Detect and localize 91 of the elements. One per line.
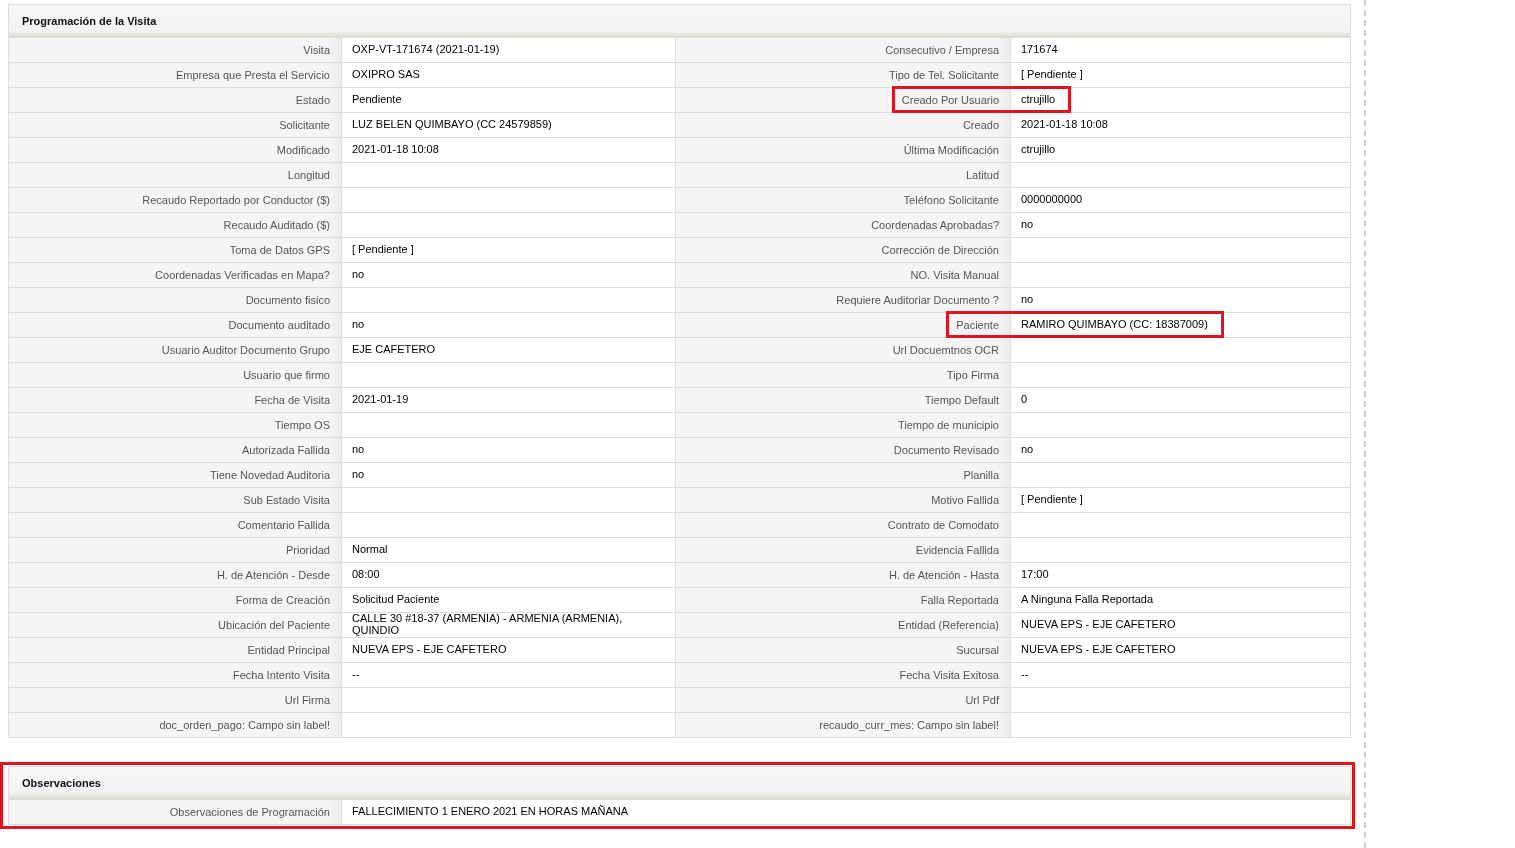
label-cell: Estado (9, 88, 342, 113)
label-cell: recaudo_curr_mes: Campo sin label! (676, 713, 1011, 738)
label-cell: Fecha Visita Exitosa (676, 663, 1011, 688)
label-cell: Última Modificación (676, 138, 1011, 163)
label-cell: Usuario Auditor Documento Grupo (9, 338, 342, 363)
label-cell: Tiempo de municipio (676, 413, 1011, 438)
value-cell: NUEVA EPS - EJE CAFETERO (1011, 613, 1351, 638)
value-cell: OXP-VT-171674 (2021-01-19) (342, 38, 676, 63)
label-cell: Tiene Novedad Auditoria (9, 463, 342, 488)
label-cell: Url Docuemtnos OCR (676, 338, 1011, 363)
value-cell: 171674 (1011, 38, 1351, 63)
value-cell: no (1011, 438, 1351, 463)
value-cell: no (342, 438, 676, 463)
label-cell: Latitud (676, 163, 1011, 188)
value-cell: -- (342, 663, 676, 688)
label-cell: Url Pdf (676, 688, 1011, 713)
value-cell: 08:00 (342, 563, 676, 588)
label-cell: Tipo de Tel. Solicitante (676, 63, 1011, 88)
label-cell: Entidad (Referencia) (676, 613, 1011, 638)
value-cell: NUEVA EPS - EJE CAFETERO (1011, 638, 1351, 663)
label-cell: Coordenadas Aprobadas? (676, 213, 1011, 238)
label-cell: Visita (9, 38, 342, 63)
label-cell: Forma de Creación (9, 588, 342, 613)
label-cell: Teléfono Solicitante (676, 188, 1011, 213)
label-cell: doc_orden_pago: Campo sin label! (9, 713, 342, 738)
label-cell: Planilla (676, 463, 1011, 488)
label-cell: Empresa que Presta el Servicio (9, 63, 342, 88)
value-cell: ctrujillo (1011, 138, 1351, 163)
value-cell: [ Pendiente ] (1011, 488, 1351, 513)
label-cell: Observaciones de Programación (9, 800, 342, 825)
label-cell: Coordenadas Verificadas en Mapa? (9, 263, 342, 288)
label-cell: Sucursal (676, 638, 1011, 663)
value-cell: 2021-01-18 10:08 (1011, 113, 1351, 138)
label-cell: Documento auditado (9, 313, 342, 338)
label-cell: Longitud (9, 163, 342, 188)
label-cell: Solicitante (9, 113, 342, 138)
value-cell: FALLECIMIENTO 1 ENERO 2021 EN HORAS MAÑANA (342, 800, 1351, 825)
label-cell: Tipo Firma (676, 363, 1011, 388)
label-cell: Tiempo Default (676, 388, 1011, 413)
value-cell: LUZ BELEN QUIMBAYO (CC 24579859) (342, 113, 676, 138)
label-cell: H. de Atención - Hasta (676, 563, 1011, 588)
label-cell: Entidad Principal (9, 638, 342, 663)
value-cell: Normal (342, 538, 676, 563)
label-cell: Autorizada Fallida (9, 438, 342, 463)
label-cell: Requiere Auditoriar Documento ? (676, 288, 1011, 313)
label-cell: Toma de Datos GPS (9, 238, 342, 263)
value-cell: no (342, 463, 676, 488)
label-cell: Comentario Fallida (9, 513, 342, 538)
label-cell: Prioridad (9, 538, 342, 563)
label-cell: Creado (676, 113, 1011, 138)
label-cell: Evidencia Fallida (676, 538, 1011, 563)
value-cell: Solicitud Paciente (342, 588, 676, 613)
label-cell: Usuario que firmo (9, 363, 342, 388)
section-title: Observaciones (22, 775, 101, 791)
value-cell: 0000000000 (1011, 188, 1351, 213)
label-cell: Ubicación del Paciente (9, 613, 342, 638)
label-cell: Consecutivo / Empresa (676, 38, 1011, 63)
section-title: Programación de la Visita (22, 13, 157, 29)
value-cell: EJE CAFETERO (342, 338, 676, 363)
label-cell: Recaudo Auditado ($) (9, 213, 342, 238)
label-cell: Falla Reportada (676, 588, 1011, 613)
label-cell: Modificado (9, 138, 342, 163)
label-cell: Paciente (676, 313, 1011, 338)
value-cell: NUEVA EPS - EJE CAFETERO (342, 638, 676, 663)
label-cell: H. de Atención - Desde (9, 563, 342, 588)
value-cell: -- (1011, 663, 1351, 688)
label-cell: Tiempo OS (9, 413, 342, 438)
value-cell: 2021-01-18 10:08 (342, 138, 676, 163)
label-cell: Recaudo Reportado por Conductor ($) (9, 188, 342, 213)
label-cell: Motivo Fallida (676, 488, 1011, 513)
value-cell: no (1011, 213, 1351, 238)
value-cell: A Ninguna Falla Reportada (1011, 588, 1351, 613)
label-cell: Url Firma (9, 688, 342, 713)
label-cell: Corrección de Dirección (676, 238, 1011, 263)
value-cell: [ Pendiente ] (342, 238, 676, 263)
value-cell: 2021-01-19 (342, 388, 676, 413)
value-cell: Pendiente (342, 88, 676, 113)
value-cell: CALLE 30 #18-37 (ARMENIA) - ARMENIA (ARMENIA), QUINDIO (342, 613, 676, 638)
value-cell: no (342, 263, 676, 288)
label-cell: Contrato de Comodato (676, 513, 1011, 538)
value-cell: OXIPRO SAS (342, 63, 676, 88)
label-cell: Creado Por Usuario (676, 88, 1011, 113)
label-cell: Sub Estado Visita (9, 488, 342, 513)
label-cell: Documento fisico (9, 288, 342, 313)
value-cell: no (342, 313, 676, 338)
value-cell: 17:00 (1011, 563, 1351, 588)
label-cell: Documento Revisado (676, 438, 1011, 463)
label-cell: Fecha de Visita (9, 388, 342, 413)
label-cell: Fecha Intento Visita (9, 663, 342, 688)
value-cell: 0 (1011, 388, 1351, 413)
label-cell: NO. Visita Manual (676, 263, 1011, 288)
